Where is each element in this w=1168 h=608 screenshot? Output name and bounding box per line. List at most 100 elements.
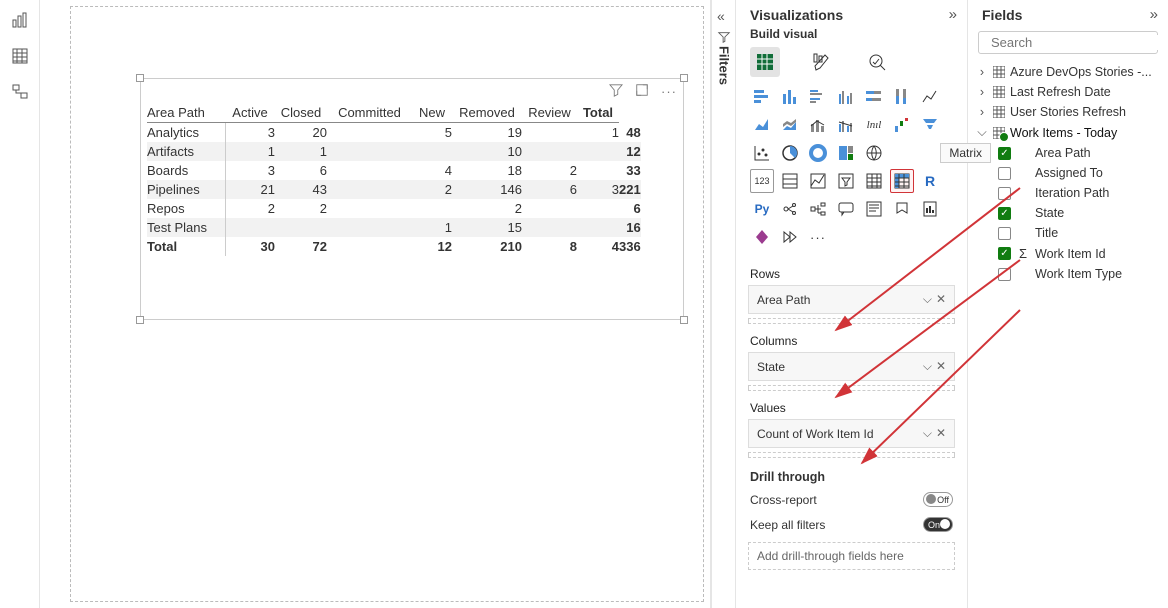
table-icon[interactable] [862, 169, 886, 193]
table-row: Repos2226 [147, 199, 641, 218]
checkbox-icon[interactable] [998, 268, 1011, 281]
remove-field-icon[interactable]: ✕ [936, 426, 946, 441]
matrix-icon[interactable] [890, 169, 914, 193]
waterfall-icon[interactable] [890, 113, 914, 137]
field-item[interactable]: Work Item Type [976, 264, 1160, 284]
filters-pane-collapsed[interactable]: « Filters [710, 0, 736, 608]
clustered-bar-icon[interactable] [806, 85, 830, 109]
table-node[interactable]: ›Azure DevOps Stories -... [976, 62, 1160, 82]
chevron-down-icon[interactable]: ⌵ [923, 426, 932, 441]
analytics-tab[interactable] [862, 47, 892, 77]
line-stacked-column-icon[interactable] [806, 113, 830, 137]
checkbox-checked-icon[interactable]: ✓ [998, 247, 1011, 260]
columns-field: State [757, 360, 785, 374]
funnel-icon[interactable] [918, 113, 942, 137]
more-options-icon[interactable]: ··· [661, 84, 677, 99]
filter-icon[interactable] [609, 83, 623, 100]
checkbox-icon[interactable] [998, 187, 1011, 200]
card-icon[interactable]: 123 [750, 169, 774, 193]
data-view-icon[interactable] [10, 46, 30, 66]
checkbox-icon[interactable] [998, 227, 1011, 240]
goals-icon[interactable] [890, 197, 914, 221]
paginated-report-icon[interactable] [918, 197, 942, 221]
table-node-expanded[interactable]: ⌵Work Items - Today [976, 122, 1160, 143]
collapse-right-icon[interactable]: » [1150, 6, 1158, 23]
rows-well[interactable]: Area Path ⌵✕ [748, 285, 955, 314]
power-automate-icon[interactable] [778, 225, 802, 249]
key-influencers-icon[interactable] [778, 197, 802, 221]
table-node[interactable]: ›Last Refresh Date [976, 82, 1160, 102]
field-item[interactable]: Iteration Path [976, 183, 1160, 203]
stacked-area-icon[interactable] [778, 113, 802, 137]
kpi-icon[interactable] [806, 169, 830, 193]
stacked-bar-icon[interactable] [750, 85, 774, 109]
table-row: Artifacts111012 [147, 142, 641, 161]
r-visual-icon[interactable]: R [918, 169, 942, 193]
keep-filters-label: Keep all filters [750, 518, 825, 532]
build-visual-tab[interactable] [750, 47, 780, 77]
fields-search[interactable] [978, 31, 1158, 54]
checkbox-checked-icon[interactable]: ✓ [998, 147, 1011, 160]
scatter-icon[interactable] [750, 141, 774, 165]
treemap-icon[interactable] [834, 141, 858, 165]
chevron-down-icon[interactable]: ⌵ [923, 292, 932, 307]
drill-through-dropzone[interactable]: Add drill-through fields here [748, 542, 955, 570]
stacked-column-icon[interactable] [778, 85, 802, 109]
report-view-icon[interactable] [10, 10, 30, 30]
visualizations-panel: Visualizations » Build visual lnıl 123 [736, 0, 968, 608]
checkbox-checked-icon[interactable]: ✓ [998, 207, 1011, 220]
decomposition-tree-icon[interactable] [806, 197, 830, 221]
columns-label: Columns [736, 324, 967, 352]
python-visual-icon[interactable]: Py [750, 197, 774, 221]
field-item[interactable]: ✓ΣWork Item Id [976, 243, 1160, 264]
remove-field-icon[interactable]: ✕ [936, 359, 946, 374]
col-header: Active [225, 103, 275, 123]
col-header-total: Total [577, 103, 619, 123]
col-header: New [412, 103, 452, 123]
table-icon [992, 66, 1006, 78]
rows-label: Rows [736, 257, 967, 285]
clustered-column-icon[interactable] [834, 85, 858, 109]
table-row: Analytics320519148 [147, 123, 641, 143]
donut-icon[interactable] [806, 141, 830, 165]
collapse-right-icon[interactable]: » [949, 6, 957, 23]
multi-row-card-icon[interactable] [778, 169, 802, 193]
pie-icon[interactable] [778, 141, 802, 165]
field-item[interactable]: Title [976, 223, 1160, 243]
hundred-bar-icon[interactable] [862, 85, 886, 109]
map-icon[interactable] [862, 141, 886, 165]
viz-panel-title: Visualizations [750, 7, 843, 23]
matrix-visual[interactable]: ··· Area Path Active Closed Committed Ne… [140, 78, 684, 320]
field-item[interactable]: Assigned To [976, 163, 1160, 183]
keep-filters-toggle[interactable]: On [923, 517, 953, 532]
table-row: Test Plans11516 [147, 218, 641, 237]
values-well[interactable]: Count of Work Item Id ⌵✕ [748, 419, 955, 448]
search-input[interactable] [991, 35, 1167, 50]
chevron-down-icon[interactable]: ⌵ [923, 359, 932, 374]
columns-well[interactable]: State ⌵ ✕ [748, 352, 955, 381]
cross-report-toggle[interactable]: Off [923, 492, 953, 507]
ribbon-chart-icon[interactable]: lnıl [862, 113, 886, 137]
qa-visual-icon[interactable] [834, 197, 858, 221]
remove-field-icon[interactable]: ✕ [936, 292, 946, 307]
col-header: Committed [327, 103, 412, 123]
get-more-visuals-icon[interactable]: ··· [806, 225, 830, 249]
hundred-column-icon[interactable] [890, 85, 914, 109]
model-view-icon[interactable] [10, 82, 30, 102]
smart-narrative-icon[interactable] [862, 197, 886, 221]
matrix-table: Area Path Active Closed Committed New Re… [141, 103, 683, 256]
power-apps-icon[interactable] [750, 225, 774, 249]
expand-left-icon[interactable]: « [717, 8, 725, 24]
checkbox-icon[interactable] [998, 167, 1011, 180]
table-node[interactable]: ›User Stories Refresh [976, 102, 1160, 122]
line-chart-icon[interactable] [918, 85, 942, 109]
focus-mode-icon[interactable] [635, 83, 649, 100]
report-canvas[interactable]: ··· Area Path Active Closed Committed Ne… [40, 0, 710, 608]
field-item[interactable]: ✓Area Path [976, 143, 1160, 163]
field-item[interactable]: ✓State [976, 203, 1160, 223]
area-chart-icon[interactable] [750, 113, 774, 137]
drill-through-title: Drill through [750, 470, 953, 484]
line-clustered-column-icon[interactable] [834, 113, 858, 137]
slicer-icon[interactable] [834, 169, 858, 193]
format-visual-tab[interactable] [806, 47, 836, 77]
